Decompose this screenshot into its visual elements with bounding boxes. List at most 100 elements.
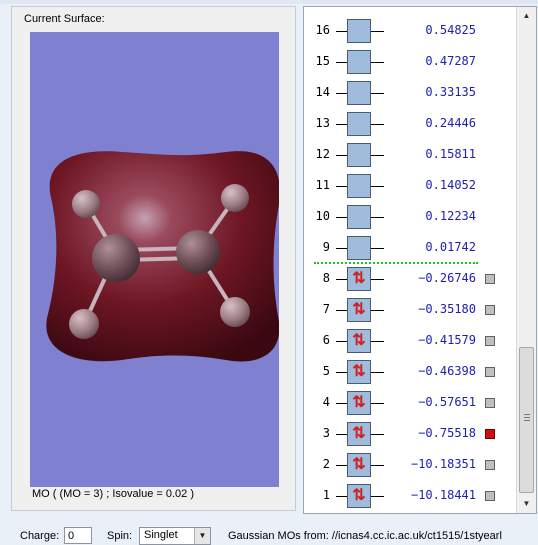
mo-level-box[interactable]: ⇅ [336, 267, 384, 292]
mo-orbital-square [347, 50, 371, 74]
mo-level-row[interactable]: 13 0.24446 [304, 109, 516, 140]
mo-level-box[interactable] [336, 50, 384, 75]
hydrogen-atom [220, 297, 250, 327]
mo-level-row[interactable]: 6 ⇅ −0.41579 [304, 326, 516, 357]
mo-surface-checkbox[interactable] [485, 460, 495, 470]
scroll-down-icon[interactable]: ▼ [517, 495, 536, 513]
scroll-up-icon[interactable]: ▲ [517, 7, 536, 25]
mo-number: 3 [322, 426, 330, 440]
mo-energy-value: 0.54825 [425, 23, 476, 37]
mo-surface-checkbox[interactable] [485, 274, 495, 284]
mo-level-row[interactable]: 7 ⇅ −0.35180 [304, 295, 516, 326]
mo-orbital-square: ⇅ [347, 267, 371, 291]
mo-list-scrollbar[interactable]: ▲ ▼ [516, 7, 536, 513]
orbital-surface-render [46, 151, 279, 362]
mo-number: 9 [322, 240, 330, 254]
mo-surface-checkbox[interactable] [485, 367, 495, 377]
window-top-edge [0, 0, 538, 4]
mo-surface-checkbox[interactable] [485, 398, 495, 408]
spin-value: Singlet [144, 529, 178, 541]
mo-level-row[interactable]: 14 0.33135 [304, 78, 516, 109]
mo-number: 6 [322, 333, 330, 347]
mo-energy-value: −10.18351 [410, 457, 476, 471]
mo-level-row[interactable]: 3 ⇅ −0.75518 [304, 419, 516, 450]
electron-pair-icon: ⇅ [352, 425, 366, 442]
mo-number: 16 [315, 23, 330, 37]
mo-surface-checkbox[interactable] [485, 305, 495, 315]
mo-energy-value: −0.75518 [418, 426, 476, 440]
mo-surface-checkbox[interactable] [485, 491, 495, 501]
mo-number: 11 [315, 178, 330, 192]
mo-number: 1 [322, 488, 330, 502]
electron-pair-icon: ⇅ [352, 363, 366, 380]
mo-level-row[interactable]: 11 0.14052 [304, 171, 516, 202]
mo-energy-value: 0.47287 [425, 54, 476, 68]
charge-field[interactable] [64, 527, 92, 544]
mo-level-box[interactable] [336, 205, 384, 230]
carbon-atom [92, 234, 140, 282]
mo-level-box[interactable] [336, 174, 384, 199]
mo-level-list: 16 0.54825 15 0.47287 14 0.33135 13 0.24446 12 0.… [304, 7, 516, 513]
chevron-down-icon[interactable]: ▼ [194, 528, 210, 544]
mo-number: 7 [322, 302, 330, 316]
mo-level-box[interactable] [336, 236, 384, 261]
mo-status-text: MO ( (MO = 3) ; Isovalue = 0.02 ) [32, 488, 194, 500]
mo-energy-value: 0.33135 [425, 85, 476, 99]
mo-energy-value: 0.12234 [425, 209, 476, 223]
mo-level-box[interactable] [336, 112, 384, 137]
mo-orbital-square: ⇅ [347, 391, 371, 415]
mo-energy-value: 0.14052 [425, 178, 476, 192]
carbon-atom [176, 230, 220, 274]
current-surface-title: Current Surface: [24, 13, 105, 25]
mo-level-row[interactable]: 2 ⇅ −10.18351 [304, 450, 516, 481]
mo-energy-value: −0.26746 [418, 271, 476, 285]
mo-number: 13 [315, 116, 330, 130]
mo-level-box[interactable]: ⇅ [336, 391, 384, 416]
homo-lumo-separator [314, 262, 478, 264]
molecule-viewport[interactable] [30, 32, 279, 487]
mo-energy-value: −0.46398 [418, 364, 476, 378]
electron-pair-icon: ⇅ [352, 270, 366, 287]
mo-level-row[interactable]: 10 0.12234 [304, 202, 516, 233]
mo-orbital-square [347, 236, 371, 260]
mo-level-box[interactable] [336, 19, 384, 44]
scroll-grip-icon [524, 414, 530, 415]
bottom-toolbar: Charge: Spin: Singlet ▼ Gaussian MOs fro… [0, 521, 538, 545]
electron-pair-icon: ⇅ [352, 332, 366, 349]
mo-orbital-square: ⇅ [347, 453, 371, 477]
mo-number: 4 [322, 395, 330, 409]
mo-level-box[interactable]: ⇅ [336, 484, 384, 509]
current-surface-panel: Current Surface: MO ((MO = 3) ; Isovalu… [11, 6, 296, 511]
mo-surface-checkbox[interactable] [485, 429, 495, 439]
mo-level-row[interactable]: 16 0.54825 [304, 16, 516, 47]
mo-number: 15 [315, 54, 330, 68]
mo-level-box[interactable]: ⇅ [336, 360, 384, 385]
mo-level-row[interactable]: 1 ⇅ −10.18441 [304, 481, 516, 512]
mo-orbital-square [347, 19, 371, 43]
mo-level-row[interactable]: 5 ⇅ −0.46398 [304, 357, 516, 388]
mo-level-row[interactable]: 9 0.01742 [304, 233, 516, 264]
mo-level-row[interactable]: 8 ⇅ −0.26746 [304, 264, 516, 295]
mo-energy-value: −0.57651 [418, 395, 476, 409]
mo-level-row[interactable]: 12 0.15811 [304, 140, 516, 171]
mo-number: 14 [315, 85, 330, 99]
mo-energy-value: −0.41579 [418, 333, 476, 347]
scrollbar-thumb[interactable] [519, 347, 534, 493]
mo-orbital-square: ⇅ [347, 484, 371, 508]
mo-level-row[interactable]: 4 ⇅ −0.57651 [304, 388, 516, 419]
mo-orbital-square [347, 174, 371, 198]
mo-level-box[interactable] [336, 143, 384, 168]
spin-select[interactable]: Singlet ▼ [139, 527, 211, 545]
mo-level-box[interactable]: ⇅ [336, 453, 384, 478]
mo-orbital-square: ⇅ [347, 360, 371, 384]
mo-energy-value: 0.24446 [425, 116, 476, 130]
mo-number: 2 [322, 457, 330, 471]
mo-level-box[interactable]: ⇅ [336, 298, 384, 323]
mo-level-box[interactable] [336, 81, 384, 106]
mo-level-row[interactable]: 15 0.47287 [304, 47, 516, 78]
mo-level-box[interactable]: ⇅ [336, 422, 384, 447]
mo-orbital-square [347, 112, 371, 136]
mo-level-box[interactable]: ⇅ [336, 329, 384, 354]
mo-number: 12 [315, 147, 330, 161]
mo-surface-checkbox[interactable] [485, 336, 495, 346]
